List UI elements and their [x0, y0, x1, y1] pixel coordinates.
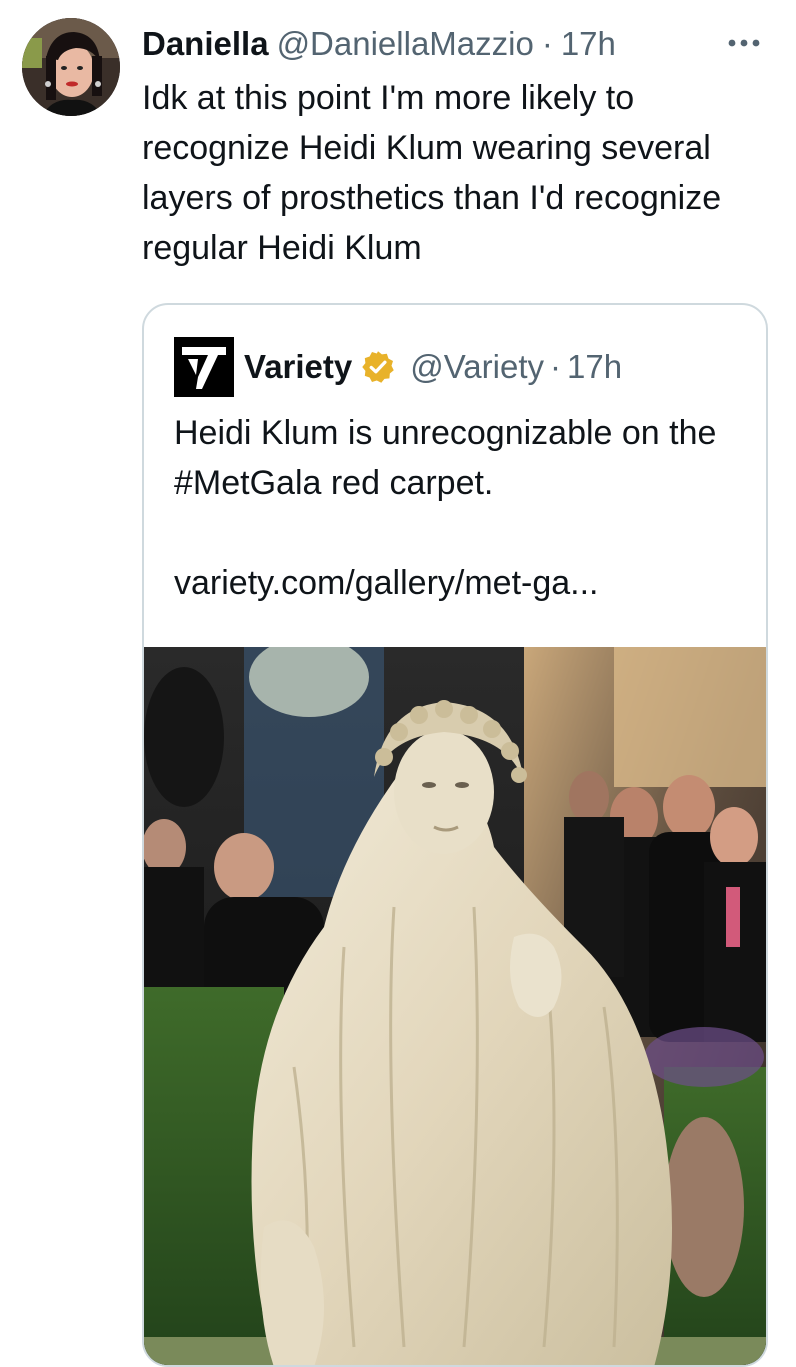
quoted-user-handle[interactable]: @Variety — [410, 348, 544, 386]
met-gala-photo — [144, 647, 766, 1365]
quoted-tweet-link[interactable]: variety.com/gallery/met-ga... — [174, 558, 744, 608]
quoted-tweet[interactable]: Variety @Variety · 17h Heidi Klum is unr… — [142, 303, 768, 1367]
verified-badge-icon — [362, 351, 394, 383]
avatar[interactable] — [22, 18, 120, 116]
quoted-tweet-body: Heidi Klum is unrecognizable on the #Met… — [174, 408, 744, 608]
quoted-tweet-header: Variety @Variety · 17h — [174, 335, 622, 399]
quoted-separator-dot: · — [550, 348, 562, 385]
variety-logo-icon — [174, 337, 234, 397]
more-horizontal-icon — [728, 39, 760, 47]
separator-dot: · — [541, 25, 553, 62]
variety-logo[interactable] — [174, 337, 234, 397]
tweet-header: Daniella @DaniellaMazzio · 17h — [142, 22, 766, 66]
quoted-display-name[interactable]: Variety — [244, 348, 352, 386]
tweet-text: Idk at this point I'm more likely to rec… — [142, 79, 722, 267]
user-handle[interactable]: @DaniellaMazzio — [277, 25, 534, 63]
quoted-tweet-text: Heidi Klum is unrecognizable on the #Met… — [174, 414, 717, 502]
quoted-timestamp[interactable]: 17h — [567, 348, 622, 386]
timestamp[interactable]: 17h — [561, 25, 616, 63]
quoted-tweet-image[interactable] — [144, 647, 766, 1365]
more-options-button[interactable] — [726, 28, 762, 58]
tweet[interactable]: Daniella @DaniellaMazzio · 17h Idk at th… — [0, 0, 796, 1367]
display-name[interactable]: Daniella — [142, 25, 269, 63]
avatar-photo — [22, 18, 120, 116]
